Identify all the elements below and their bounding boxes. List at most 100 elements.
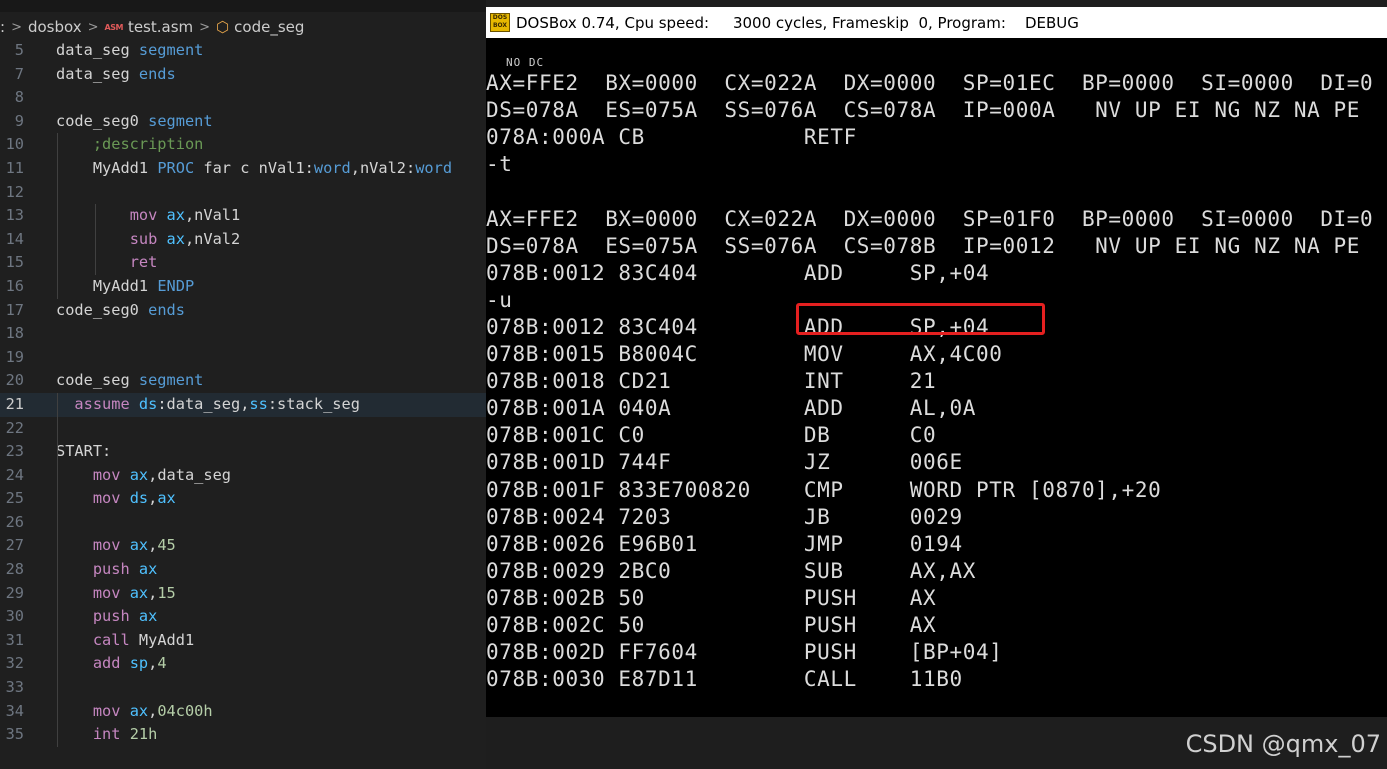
breadcrumb-file[interactable]: test.asm (128, 18, 193, 36)
indent-guide (57, 156, 58, 181)
code-text: mov ax,nVal1 (56, 204, 241, 228)
code-line[interactable]: 21 assume ds:data_seg,ss:stack_seg (0, 392, 486, 417)
code-token: MyAdd1 (56, 276, 158, 295)
code-line[interactable]: 19 (0, 346, 486, 370)
code-line[interactable]: 8 (0, 86, 486, 110)
code-token: ax (157, 489, 176, 508)
code-line[interactable]: 7 data_seg ends (0, 63, 486, 87)
code-token: ax (129, 583, 149, 602)
code-line[interactable]: 32 add sp,4 (0, 652, 486, 677)
code-line[interactable]: 34 mov ax,04c00h (0, 699, 486, 724)
code-editor[interactable]: : > dosbox > ASM test.asm > ⬡ code_seg 5… (0, 0, 486, 769)
code-line[interactable]: 24 mov ax,data_seg (0, 463, 486, 488)
code-token: ds (138, 394, 158, 413)
line-number: 32 (5, 654, 24, 673)
code-line[interactable]: 16 MyAdd1 ENDP (0, 274, 486, 299)
code-token: 04c00h (157, 701, 213, 720)
code-token: , (148, 583, 158, 602)
code-token: mov (92, 701, 130, 720)
dosbox-title-bar[interactable]: DOS BOX DOSBox 0.74, Cpu speed: 3000 cyc… (486, 7, 1387, 38)
code-line[interactable]: 9 code_seg0 segment (0, 110, 486, 134)
console-line: 078B:0018 CD21 INT 21 (486, 369, 937, 394)
code-token: ds (129, 489, 149, 508)
code-token: add (92, 654, 130, 673)
code-line[interactable]: 33 (0, 676, 486, 700)
code-token: 15 (157, 583, 176, 602)
code-text: add sp,4 (56, 652, 167, 676)
code-token: segment (138, 371, 204, 390)
code-line[interactable]: 25 mov ds,ax (0, 487, 486, 511)
code-token: :data_seg, (157, 394, 250, 413)
code-token: 21h (129, 725, 158, 744)
code-token: ends (148, 300, 185, 319)
indent-guide (57, 440, 58, 464)
code-line[interactable]: 31 call MyAdd1 (0, 628, 486, 653)
code-token: word (313, 158, 351, 177)
code-token: sp (129, 654, 149, 673)
code-token: ax (129, 701, 149, 720)
breadcrumb-root[interactable]: : (0, 18, 5, 36)
console-line: 078B:0030 E87D11 CALL 11B0 (486, 667, 963, 692)
dosbox-window[interactable]: DOS BOX DOSBox 0.74, Cpu speed: 3000 cyc… (486, 7, 1387, 717)
indent-guide (57, 723, 58, 747)
indent-guide (57, 605, 58, 629)
breadcrumb-folder[interactable]: dosbox (28, 18, 82, 36)
indent-guide (57, 581, 58, 606)
code-line[interactable]: 30 push ax (0, 605, 486, 629)
console-line: -t (486, 152, 513, 177)
chevron-right-icon: > (199, 19, 211, 35)
code-line[interactable]: 22 (0, 416, 486, 441)
code-token: START: (56, 442, 112, 461)
console-line: 078B:0029 2BC0 SUB AX,AX (486, 558, 976, 583)
code-line[interactable]: 35 int 21h (0, 723, 486, 747)
indent-guide (95, 227, 96, 252)
code-line[interactable]: 14 sub ax,nVal2 (0, 227, 486, 252)
code-line[interactable]: 29 mov ax,15 (0, 581, 486, 606)
code-text: data_seg ends (56, 63, 176, 87)
code-text: mov ds,ax (56, 487, 176, 511)
code-line[interactable]: 5 data_seg segment (0, 39, 486, 63)
indent-guide (57, 133, 58, 157)
code-line[interactable]: 12 (0, 180, 486, 205)
indent-guide (57, 628, 58, 653)
code-line[interactable]: 27 mov ax,45 (0, 534, 486, 559)
code-line[interactable]: 17 code_seg0 ends (0, 299, 486, 323)
code-line[interactable]: 26 (0, 510, 486, 535)
code-text: push ax (56, 558, 157, 582)
code-line[interactable]: 20 code_seg segment (0, 369, 486, 393)
code-line[interactable]: 18 (0, 322, 486, 346)
dos-console[interactable]: NO DC AX=FFE2 BX=0000 CX=022A DX=0000 SP… (486, 38, 1387, 717)
indent-guide (57, 416, 58, 441)
code-token: , (148, 701, 158, 720)
line-number: 7 (14, 64, 24, 83)
code-text: push ax (56, 605, 157, 629)
breadcrumb: : > dosbox > ASM test.asm > ⬡ code_seg (0, 12, 486, 42)
code-line[interactable]: 15 ret (0, 251, 486, 275)
console-line: 078B:001F 833E700820 CMP WORD PTR [0870]… (486, 477, 1162, 502)
code-token: ,data_seg (148, 465, 231, 484)
code-area[interactable]: 5 data_seg segment 7 data_seg ends 8 9 code_se… (0, 39, 486, 747)
line-number: 10 (5, 135, 24, 154)
line-number: 12 (5, 182, 24, 201)
code-line[interactable]: 10 ;description (0, 133, 486, 157)
code-line[interactable]: 28 push ax (0, 558, 486, 582)
breadcrumb-symbol[interactable]: code_seg (234, 18, 304, 36)
console-line: 078B:0012 83C404 ADD SP,+04 (486, 260, 990, 285)
code-line[interactable]: 11 MyAdd1 PROC far c nVal1:word,nVal2:wo… (0, 156, 486, 181)
line-number: 23 (5, 442, 24, 461)
indent-guide (57, 204, 58, 228)
asm-file-icon: ASM (104, 22, 124, 32)
code-text: assume ds:data_seg,ss:stack_seg (56, 393, 360, 417)
code-text: MyAdd1 ENDP (56, 275, 194, 299)
console-line: AX=FFE2 BX=0000 CX=022A DX=0000 SP=01EC … (486, 71, 1374, 95)
indent-guide (57, 227, 58, 252)
code-line[interactable]: 23 START: (0, 440, 486, 464)
code-token: ax (138, 560, 158, 579)
code-line[interactable]: 13 mov ax,nVal1 (0, 204, 486, 228)
